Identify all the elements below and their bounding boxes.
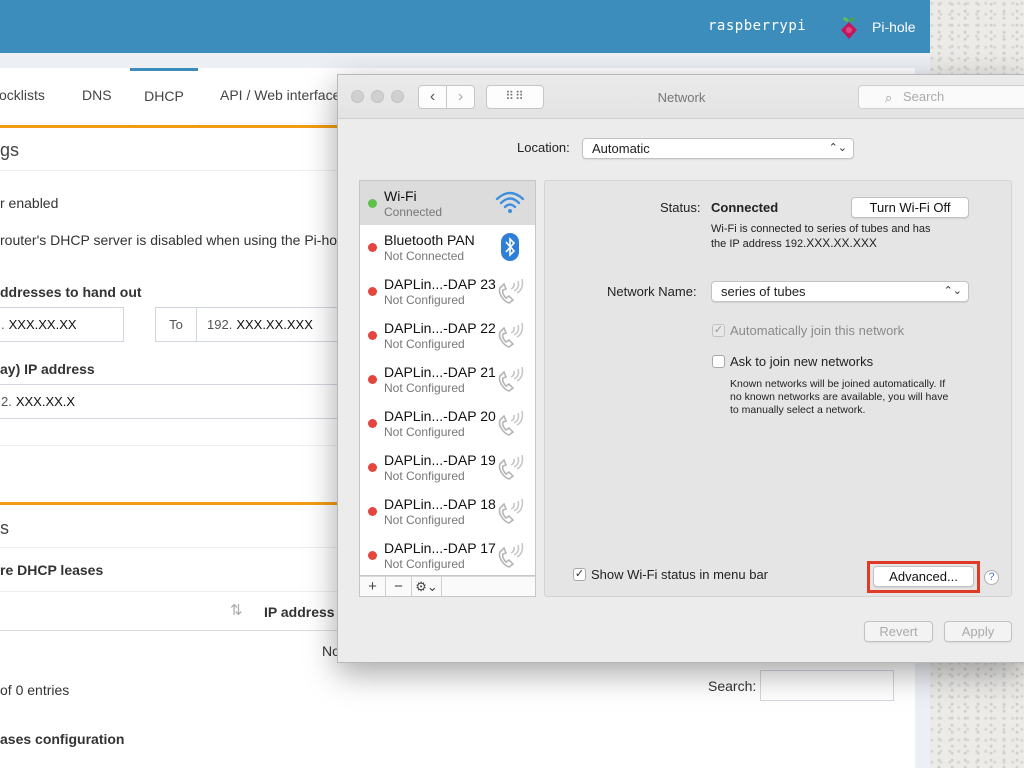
- status-dot-disconnected: [368, 507, 377, 516]
- active-leases-label: re DHCP leases: [0, 562, 104, 578]
- network-name-label: Network Name:: [607, 284, 697, 299]
- dhcp-enabled-label: r enabled: [0, 195, 59, 211]
- wifi-icon: [495, 191, 525, 213]
- divider: [0, 630, 340, 631]
- service-item-wifi[interactable]: Wi-Fi Connected: [360, 181, 535, 225]
- bluetooth-icon: [501, 233, 519, 261]
- leases-top-border: [0, 502, 340, 505]
- network-preferences-window: ‹ › ⠿⠿ Network ⌕ Search Location: Automa…: [337, 74, 1024, 663]
- add-service-button[interactable]: +: [360, 577, 386, 596]
- ask-join-checkbox[interactable]: [712, 355, 725, 368]
- tab-dhcp[interactable]: DHCP: [130, 68, 198, 124]
- range-label: ddresses to hand out: [0, 284, 142, 300]
- tab-dns[interactable]: DNS: [74, 68, 120, 124]
- status-label: Status:: [660, 200, 701, 215]
- router-ip-label: ay) IP address: [0, 361, 95, 377]
- status-description: Wi-Fi is connected to series of tubes an…: [711, 223, 931, 235]
- divider: [0, 547, 340, 548]
- ip-column-header[interactable]: IP address: [264, 604, 335, 620]
- chevron-updown-icon: ⌃⌄: [943, 285, 962, 297]
- service-item-daplink[interactable]: DAPLin...-DAP 23 Not Configured: [360, 269, 535, 313]
- phone-icon: [498, 542, 524, 568]
- search-label: Search:: [708, 678, 757, 694]
- service-item-daplink[interactable]: DAPLin...-DAP 21 Not Configured: [360, 357, 535, 401]
- pihole-logo-icon: [841, 17, 857, 39]
- dhcp-note: router's DHCP server is disabled when us…: [0, 232, 348, 248]
- status-dot-disconnected: [368, 375, 377, 384]
- show-wifi-status-label: Show Wi-Fi status in menu bar: [591, 567, 769, 582]
- location-label: Location:: [517, 140, 570, 155]
- leases-search-input[interactable]: [760, 670, 894, 701]
- status-dot-disconnected: [368, 331, 377, 340]
- chevron-updown-icon: ⌃⌄: [828, 142, 847, 154]
- service-item-daplink[interactable]: DAPLin...-DAP 17 Not Configured: [360, 533, 535, 575]
- phone-icon: [498, 278, 524, 304]
- status-dot-disconnected: [368, 243, 377, 252]
- settings-heading: gs: [0, 140, 20, 160]
- phone-icon: [498, 366, 524, 392]
- ask-join-description-line2: no known networks are available, you wil…: [730, 391, 949, 403]
- tab-blocklists[interactable]: ocklists: [0, 68, 53, 124]
- search-icon: ⌕: [885, 90, 893, 105]
- window-titlebar: ‹ › ⠿⠿ Network ⌕ Search: [338, 75, 1024, 119]
- status-dot-connected: [368, 199, 377, 208]
- router-ip-input[interactable]: 2. XXX.XX.X: [0, 384, 346, 419]
- hostname: raspberrypi: [708, 18, 807, 34]
- pihole-topbar: raspberrypi Pi-hole: [0, 0, 930, 53]
- network-name-select[interactable]: series of tubes ⌃⌄: [711, 281, 969, 302]
- remove-service-button[interactable]: −: [386, 577, 412, 596]
- phone-icon: [498, 454, 524, 480]
- phone-icon: [498, 322, 524, 348]
- gear-icon[interactable]: ⚙⌄: [412, 577, 442, 596]
- status-dot-disconnected: [368, 551, 377, 560]
- ask-join-label: Ask to join new networks: [730, 354, 874, 369]
- range-to-addon: To: [155, 307, 197, 342]
- sort-icon[interactable]: ⇅: [230, 601, 243, 619]
- divider: [0, 170, 340, 171]
- service-item-bluetooth-pan[interactable]: Bluetooth PAN Not Connected: [360, 225, 535, 269]
- brand-name: Pi-hole: [872, 19, 916, 35]
- turn-wifi-off-button[interactable]: Turn Wi-Fi Off: [851, 197, 969, 218]
- service-item-daplink[interactable]: DAPLin...-DAP 20 Not Configured: [360, 401, 535, 445]
- preferences-search-input[interactable]: ⌕ Search: [858, 85, 1024, 109]
- location-select[interactable]: Automatic ⌃⌄: [582, 138, 854, 159]
- phone-icon: [498, 410, 524, 436]
- service-item-daplink[interactable]: DAPLin...-DAP 19 Not Configured: [360, 445, 535, 489]
- section-top-border: [0, 125, 340, 128]
- service-item-daplink[interactable]: DAPLin...-DAP 18 Not Configured: [360, 489, 535, 533]
- status-value: Connected: [711, 200, 779, 215]
- leases-heading: s: [0, 518, 9, 538]
- ask-join-description-line3: to manually select a network.: [730, 404, 866, 416]
- advanced-highlight-box: [867, 561, 980, 593]
- status-dot-disconnected: [368, 463, 377, 472]
- divider: [0, 445, 340, 446]
- auto-join-checkbox[interactable]: ✓: [712, 324, 725, 337]
- ip-address-description: the IP address 192.XXX.XX.XXX: [711, 236, 877, 250]
- entries-info: of 0 entries: [0, 682, 70, 698]
- show-wifi-status-checkbox[interactable]: ✓: [573, 568, 586, 581]
- auto-join-label: Automatically join this network: [730, 323, 905, 338]
- status-dot-disconnected: [368, 287, 377, 296]
- range-from-input[interactable]: . XXX.XX.XX: [0, 307, 124, 342]
- help-icon[interactable]: ?: [984, 570, 999, 585]
- status-dot-disconnected: [368, 419, 377, 428]
- ask-join-description-line1: Known networks will be joined automatica…: [730, 378, 946, 390]
- tab-api-web-interface[interactable]: API / Web interface: [212, 68, 348, 124]
- apply-button[interactable]: Apply: [944, 621, 1012, 642]
- revert-button[interactable]: Revert: [864, 621, 933, 642]
- wifi-detail-panel: Status: Connected Turn Wi-Fi Off Wi-Fi i…: [544, 180, 1012, 597]
- static-leases-label: ases configuration: [0, 731, 125, 747]
- range-to-input[interactable]: 192. XXX.XX.XXX: [196, 307, 346, 342]
- network-service-list: Wi-Fi Connected Bluetooth PAN Not Connec…: [359, 180, 536, 576]
- service-item-daplink[interactable]: DAPLin...-DAP 22 Not Configured: [360, 313, 535, 357]
- phone-icon: [498, 498, 524, 524]
- service-list-toolbar: + − ⚙⌄: [359, 576, 536, 597]
- divider: [0, 591, 340, 592]
